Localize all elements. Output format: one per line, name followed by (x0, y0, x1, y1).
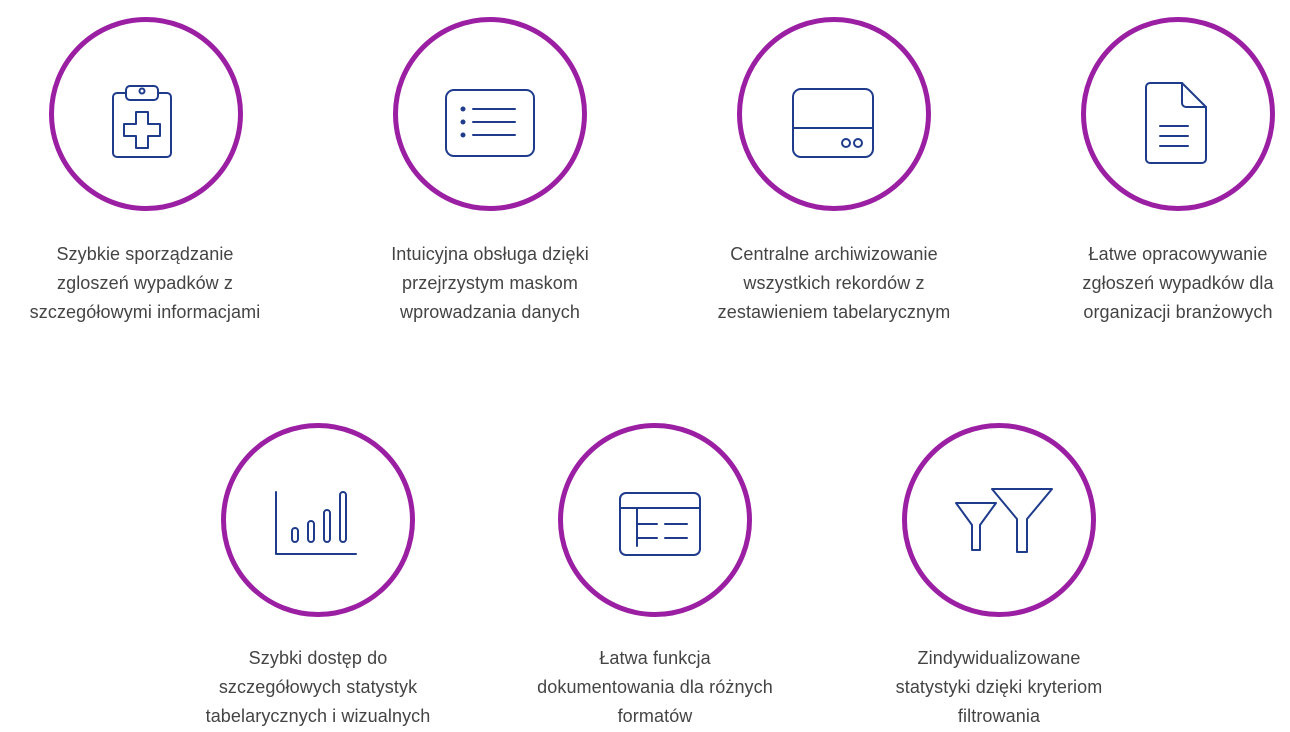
feature-3-line-2: wszystkich rekordów z (743, 273, 925, 293)
feature-4-caption: Łatwe opracowywanie zgłoszeń wypadków dl… (1028, 240, 1290, 327)
feature-3-line-1: Centralne archiwizowanie (730, 244, 938, 264)
feature-2-line-3: wprowadzania danych (399, 302, 580, 322)
feature-4-line-3: organizacji branżowych (1083, 302, 1273, 322)
feature-4-line-1: Łatwe opracowywanie (1088, 244, 1268, 264)
feature-6-line-2: dokumentowania dla różnych (537, 677, 773, 697)
feature-5-caption: Szybki dostęp do szczegółowych statystyk… (168, 644, 468, 731)
filter-funnels-icon (955, 488, 1053, 553)
list-icon (445, 89, 535, 157)
feature-6-line-1: Łatwa funkcja (599, 648, 711, 668)
feature-6-line-3: formatów (617, 706, 693, 726)
table-window-icon (619, 492, 701, 556)
clipboard-medical-icon (112, 85, 172, 158)
feature-3-line-3: zestawieniem tabelarycznym (717, 302, 951, 322)
feature-1-line-3: szczegółowymi informacjami (29, 302, 261, 322)
feature-7-caption: Zindywidualizowane statystyki dzięki kry… (849, 644, 1149, 731)
document-icon (1145, 82, 1207, 164)
feature-4-line-2: zgłoszeń wypadków dla (1082, 273, 1274, 293)
feature-1-line-1: Szybkie sporządzanie (56, 244, 234, 264)
feature-5-line-2: szczegółowych statystyk (218, 677, 418, 697)
feature-5-line-3: tabelarycznych i wizualnych (205, 706, 431, 726)
feature-2-caption: Intuicyjna obsługa dzięki przejrzystym m… (340, 240, 640, 327)
feature-7-line-1: Zindywidualizowane (917, 648, 1081, 668)
bar-chart-icon (275, 491, 357, 555)
feature-2-line-1: Intuicyjna obsługa dzięki (391, 244, 589, 264)
feature-1-line-2: zgloszeń wypadków z (57, 273, 233, 293)
feature-2-line-2: przejrzystym maskom (402, 273, 578, 293)
server-storage-icon (792, 88, 874, 158)
feature-7-line-2: statystyki dzięki kryteriom (895, 677, 1103, 697)
feature-6-caption: Łatwa funkcja dokumentowania dla różnych… (505, 644, 805, 731)
feature-1-caption: Szybkie sporządzanie zgloszeń wypadków z… (0, 240, 295, 327)
feature-5-line-1: Szybki dostęp do (248, 648, 388, 668)
feature-3-caption: Centralne archiwizowanie wszystkich reko… (684, 240, 984, 327)
feature-7-line-3: filtrowania (957, 706, 1041, 726)
